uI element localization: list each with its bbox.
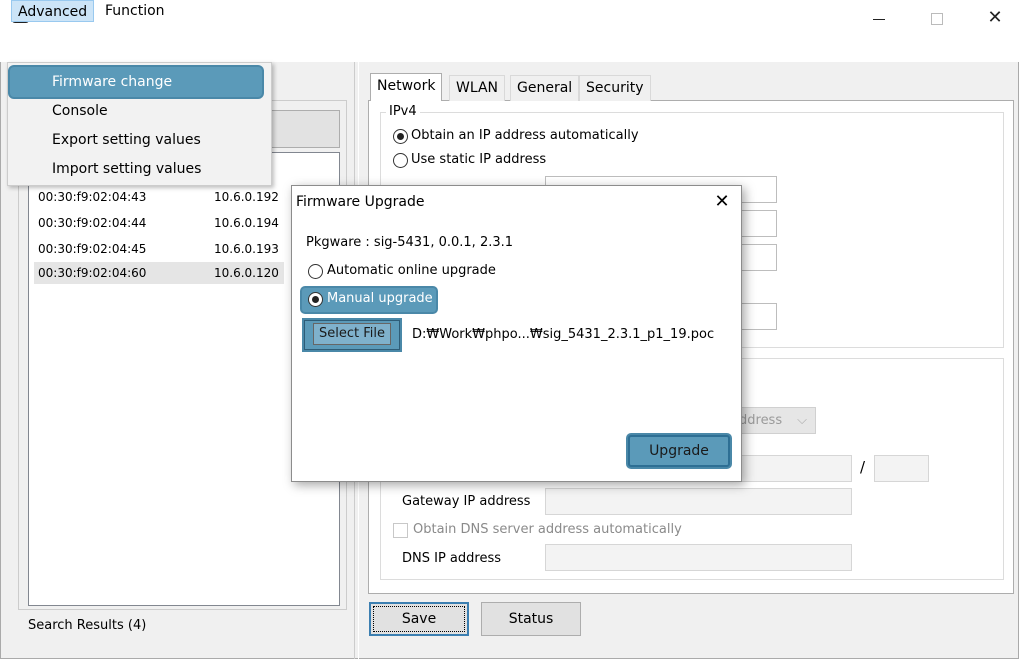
minimize-button[interactable] — [856, 0, 902, 36]
chevron-down-icon: ⌵ — [797, 413, 807, 428]
static-ip-label: Use static IP address — [411, 152, 547, 167]
save-button[interactable]: Save — [369, 602, 469, 636]
ipv6-mode-value: ddress — [739, 413, 783, 428]
auto-upgrade-label: Automatic online upgrade — [327, 263, 496, 278]
ipv4-group-label: IPv4 — [386, 104, 420, 119]
gateway-ip-label: Gateway IP address — [402, 494, 531, 509]
device-row[interactable]: 00:30:f9:02:04:45 10.6.0.193 — [34, 238, 284, 260]
device-row-selected[interactable]: 00:30:f9:02:04:60 10.6.0.120 — [34, 262, 284, 284]
status-button[interactable]: Status — [481, 602, 581, 636]
manual-upgrade-label: Manual upgrade — [327, 291, 433, 306]
selected-file-path: D:₩Work₩phpo...₩sig_5431_2.3.1_p1_19.poc — [412, 327, 715, 342]
radio-static-ip[interactable] — [393, 153, 408, 168]
select-file-label: Select File — [313, 323, 391, 345]
radio-auto-ip[interactable] — [393, 129, 408, 144]
dialog-title: Firmware Upgrade — [296, 194, 425, 210]
ipv6-gateway-field[interactable] — [545, 488, 852, 515]
upgrade-button[interactable]: Upgrade — [628, 435, 730, 467]
menu-item-firmware-change[interactable]: Firmware change — [10, 67, 262, 97]
device-mac: 00:30:f9:02:04:60 — [38, 266, 147, 280]
menu-function[interactable]: Function — [99, 0, 171, 22]
auto-ip-label: Obtain an IP address automatically — [411, 128, 639, 143]
ipv6-dns-field[interactable] — [545, 544, 852, 571]
dns-auto-checkbox[interactable] — [393, 523, 408, 538]
menu-advanced[interactable]: Advanced — [11, 0, 95, 22]
menu-item-export-settings[interactable]: Export setting values — [10, 125, 262, 155]
device-ip: 10.6.0.192 — [214, 190, 279, 204]
ipv6-mode-select[interactable]: ddress ⌵ — [730, 407, 816, 434]
device-ip: 10.6.0.194 — [214, 216, 279, 230]
radio-auto-upgrade[interactable] — [308, 264, 323, 279]
device-mac: 00:30:f9:02:04:43 — [38, 190, 147, 204]
select-file-button[interactable]: Select File — [304, 320, 400, 350]
pkgware-info: Pkgware : sig-5431, 0.0.1, 2.3.1 — [306, 235, 514, 250]
dns-auto-label: Obtain DNS server address automatically — [413, 522, 682, 537]
tab-network[interactable]: Network — [370, 73, 443, 101]
tab-general[interactable]: General — [510, 75, 580, 101]
device-ip: 10.6.0.120 — [214, 266, 279, 280]
device-mac: 00:30:f9:02:04:45 — [38, 242, 147, 256]
tab-security[interactable]: Security — [579, 75, 651, 101]
dns-ip-label: DNS IP address — [402, 551, 501, 566]
ipv6-prefix-field[interactable] — [874, 455, 929, 482]
dialog-close-icon[interactable]: ✕ — [710, 190, 734, 214]
menu-bar — [0, 40, 1019, 62]
device-ip: 10.6.0.193 — [214, 242, 279, 256]
menu-item-import-settings[interactable]: Import setting values — [10, 154, 262, 184]
close-window-button[interactable]: ✕ — [972, 0, 1018, 36]
device-row[interactable]: 00:30:f9:02:04:43 10.6.0.192 — [34, 186, 284, 208]
device-mac: 00:30:f9:02:04:44 — [38, 216, 147, 230]
menu-item-console[interactable]: Console — [10, 96, 262, 126]
search-results-count: Search Results (4) — [28, 618, 147, 633]
maximize-button[interactable] — [914, 0, 960, 36]
search-button[interactable] — [270, 110, 340, 148]
radio-manual-upgrade[interactable] — [308, 292, 323, 307]
tab-wlan[interactable]: WLAN — [449, 75, 506, 101]
device-row[interactable]: 00:30:f9:02:04:44 10.6.0.194 — [34, 212, 284, 234]
prefix-slash: / — [860, 458, 866, 476]
